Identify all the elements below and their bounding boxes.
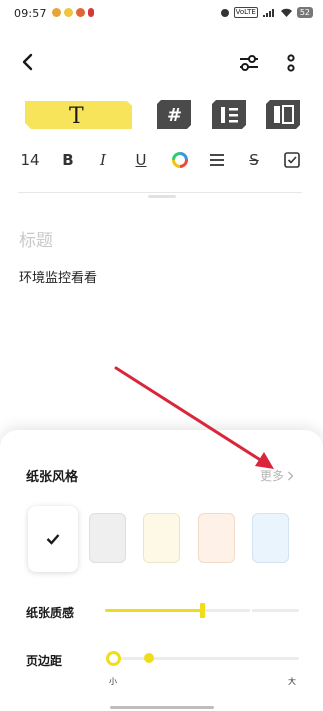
chevron-right-icon [288, 471, 294, 480]
strikethrough-button[interactable]: S [244, 150, 264, 170]
alarm-icon [220, 8, 229, 17]
toolbar-divider [18, 192, 302, 193]
list-tile-icon[interactable] [212, 100, 246, 129]
paper-style-title: 纸张风格 [26, 470, 79, 485]
back-icon[interactable] [18, 52, 38, 72]
note-editor-screen: 09:57 VoLTE 52 T # 14 B I U S 标题 环境监控看看 … [0, 0, 323, 711]
title-placeholder[interactable]: 标题 [19, 226, 53, 251]
signal-icon [262, 8, 274, 17]
paper-texture-fill [105, 609, 202, 612]
text-style-glyph: T [69, 104, 84, 129]
notification-icons [52, 8, 94, 17]
text-style-tile[interactable]: T [25, 101, 132, 129]
paper-texture-thumb[interactable] [200, 603, 205, 618]
more-styles-label: 更多 [260, 469, 285, 483]
margin-label: 页边距 [26, 654, 63, 668]
texture-tick [250, 609, 252, 612]
color-picker-icon[interactable] [170, 150, 190, 170]
svg-text:#: # [167, 105, 182, 126]
volte-badge: VoLTE [233, 7, 258, 18]
checkmark-icon [46, 534, 60, 545]
drag-handle[interactable] [148, 195, 176, 198]
font-size-button[interactable]: 14 [20, 150, 40, 170]
paper-texture-label: 纸张质感 [26, 606, 75, 620]
app-notification-icon [64, 8, 73, 17]
battery-indicator: 52 [296, 7, 313, 18]
note-body-text[interactable]: 环境监控看看 [19, 267, 97, 286]
margin-thumb[interactable] [144, 653, 154, 663]
more-options-icon[interactable] [283, 52, 299, 74]
margin-min-marker [106, 651, 121, 666]
paper-swatch-gray[interactable] [89, 513, 126, 563]
more-styles-link[interactable]: 更多 [260, 467, 294, 484]
paper-swatch-cream[interactable] [143, 513, 180, 563]
align-icon[interactable] [207, 150, 227, 170]
hashtag-tile-icon[interactable]: # [157, 100, 191, 129]
status-bar: 09:57 VoLTE 52 [0, 0, 323, 26]
app-notification-icon [52, 8, 61, 17]
italic-button[interactable]: I [93, 150, 113, 170]
paper-swatch-blue[interactable] [252, 513, 289, 563]
underline-button[interactable]: U [131, 150, 151, 170]
checklist-icon[interactable] [282, 150, 302, 170]
bold-button[interactable]: B [58, 150, 78, 170]
margin-min-label: 小 [109, 677, 117, 686]
system-icons: VoLTE 52 [220, 7, 313, 18]
paper-swatch-peach[interactable] [198, 513, 235, 563]
margin-max-label: 大 [288, 677, 296, 686]
margin-track[interactable] [114, 657, 299, 660]
settings-sliders-icon[interactable] [238, 52, 260, 74]
paper-settings-sheet: 纸张风格 更多 纸张质感 页边距 小 大 [0, 430, 323, 711]
app-notification-icon [88, 8, 94, 17]
status-time: 09:57 [14, 7, 47, 20]
app-notification-icon [76, 8, 85, 17]
wifi-icon [280, 8, 292, 17]
paper-swatch-white[interactable] [28, 506, 78, 572]
home-indicator[interactable] [110, 706, 214, 709]
layout-tile-icon[interactable] [266, 100, 300, 129]
